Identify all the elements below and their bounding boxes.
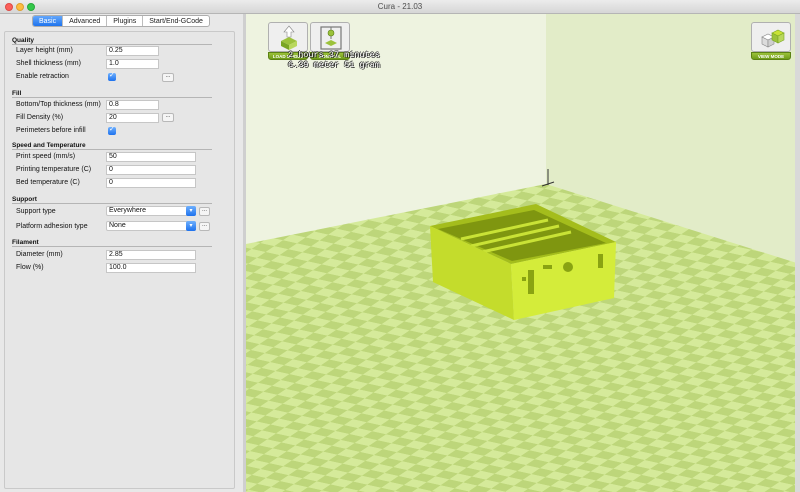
print-speed-input[interactable]: 50: [106, 152, 196, 162]
section-divider: [12, 149, 212, 150]
shell-thickness-input[interactable]: 1.0: [106, 59, 159, 69]
section-divider: [12, 246, 212, 247]
tab-basic[interactable]: Basic: [33, 16, 64, 26]
layer-height-label: Layer height (mm): [16, 47, 73, 54]
section-filament: Filament: [12, 239, 39, 246]
diameter-input[interactable]: 2.85: [106, 250, 196, 260]
bed-temperature-label: Bed temperature (C): [16, 179, 80, 186]
tab-advanced[interactable]: Advanced: [63, 16, 108, 26]
material-estimate: 6.39 meter 51 gram: [288, 60, 380, 70]
support-type-select[interactable]: Everywhere ▾: [106, 206, 196, 216]
diameter-label: Diameter (mm): [16, 251, 63, 258]
shell-thickness-label: Shell thickness (mm): [16, 60, 81, 67]
adhesion-more-button[interactable]: ...: [199, 222, 210, 231]
load-model-icon: [268, 22, 308, 52]
platform-adhesion-label: Platform adhesion type: [16, 223, 88, 230]
window-title: Cura - 21.03: [377, 2, 423, 11]
perimeters-before-infill-label: Perimeters before infill: [16, 127, 86, 134]
bottom-top-thickness-input[interactable]: 0.8: [106, 100, 159, 110]
fill-density-input[interactable]: 20: [106, 113, 159, 123]
view-mode-label: VIEW MODE: [751, 52, 791, 60]
view-mode-icon: [751, 22, 791, 52]
settings-form: Quality Layer height (mm) 0.25 Shell thi…: [4, 31, 235, 489]
flow-input[interactable]: 100.0: [106, 263, 196, 273]
title-bar: Cura - 21.03: [0, 0, 800, 14]
settings-tabs: Basic Advanced Plugins Start/End-GCode: [32, 15, 210, 27]
printing-temperature-input[interactable]: 0: [106, 165, 196, 175]
tab-start-end-gcode[interactable]: Start/End-GCode: [143, 16, 209, 26]
control-icon: [310, 22, 350, 52]
print-time-estimate: 2 hours 37 minutes: [288, 50, 380, 60]
section-quality: Quality: [12, 37, 35, 44]
fill-more-button[interactable]: ...: [162, 113, 174, 122]
layer-height-input[interactable]: 0.25: [106, 46, 159, 56]
chevron-down-icon[interactable]: ▾: [186, 221, 196, 231]
scene-canvas[interactable]: [246, 14, 800, 492]
support-more-button[interactable]: ...: [199, 207, 210, 216]
chevron-down-icon[interactable]: ▾: [186, 206, 196, 216]
section-fill: Fill: [12, 90, 22, 97]
tab-plugins[interactable]: Plugins: [107, 16, 144, 26]
enable-retraction-label: Enable retraction: [16, 73, 69, 80]
section-divider: [12, 203, 212, 204]
support-type-label: Support type: [16, 208, 56, 215]
section-divider: [12, 97, 212, 98]
window-edge: [795, 14, 800, 492]
section-divider: [12, 44, 212, 45]
printing-temperature-label: Printing temperature (C): [16, 166, 92, 173]
flow-label: Flow (%): [16, 264, 44, 271]
fill-density-label: Fill Density (%): [16, 114, 64, 121]
perimeters-before-infill-checkbox[interactable]: [108, 125, 116, 135]
support-type-value: Everywhere: [109, 207, 146, 214]
bed-temperature-input[interactable]: 0: [106, 178, 196, 188]
bottom-top-thickness-label: Bottom/Top thickness (mm): [16, 101, 101, 108]
settings-panel: Basic Advanced Plugins Start/End-GCode Q…: [0, 14, 243, 492]
view-mode-button[interactable]: VIEW MODE: [751, 22, 791, 60]
print-speed-label: Print speed (mm/s): [16, 153, 76, 160]
platform-adhesion-value: None: [109, 222, 126, 229]
cura-window: Cura - 21.03 Basic Advanced Plugins Star…: [0, 0, 800, 492]
retraction-more-button[interactable]: ...: [162, 73, 174, 82]
3d-viewport[interactable]: LOAD MODEL CONTROL VIEW MODE: [246, 14, 800, 492]
enable-retraction-checkbox[interactable]: [108, 71, 116, 81]
section-speed-temperature: Speed and Temperature: [12, 142, 86, 149]
section-support: Support: [12, 196, 37, 203]
platform-adhesion-select[interactable]: None ▾: [106, 221, 196, 231]
